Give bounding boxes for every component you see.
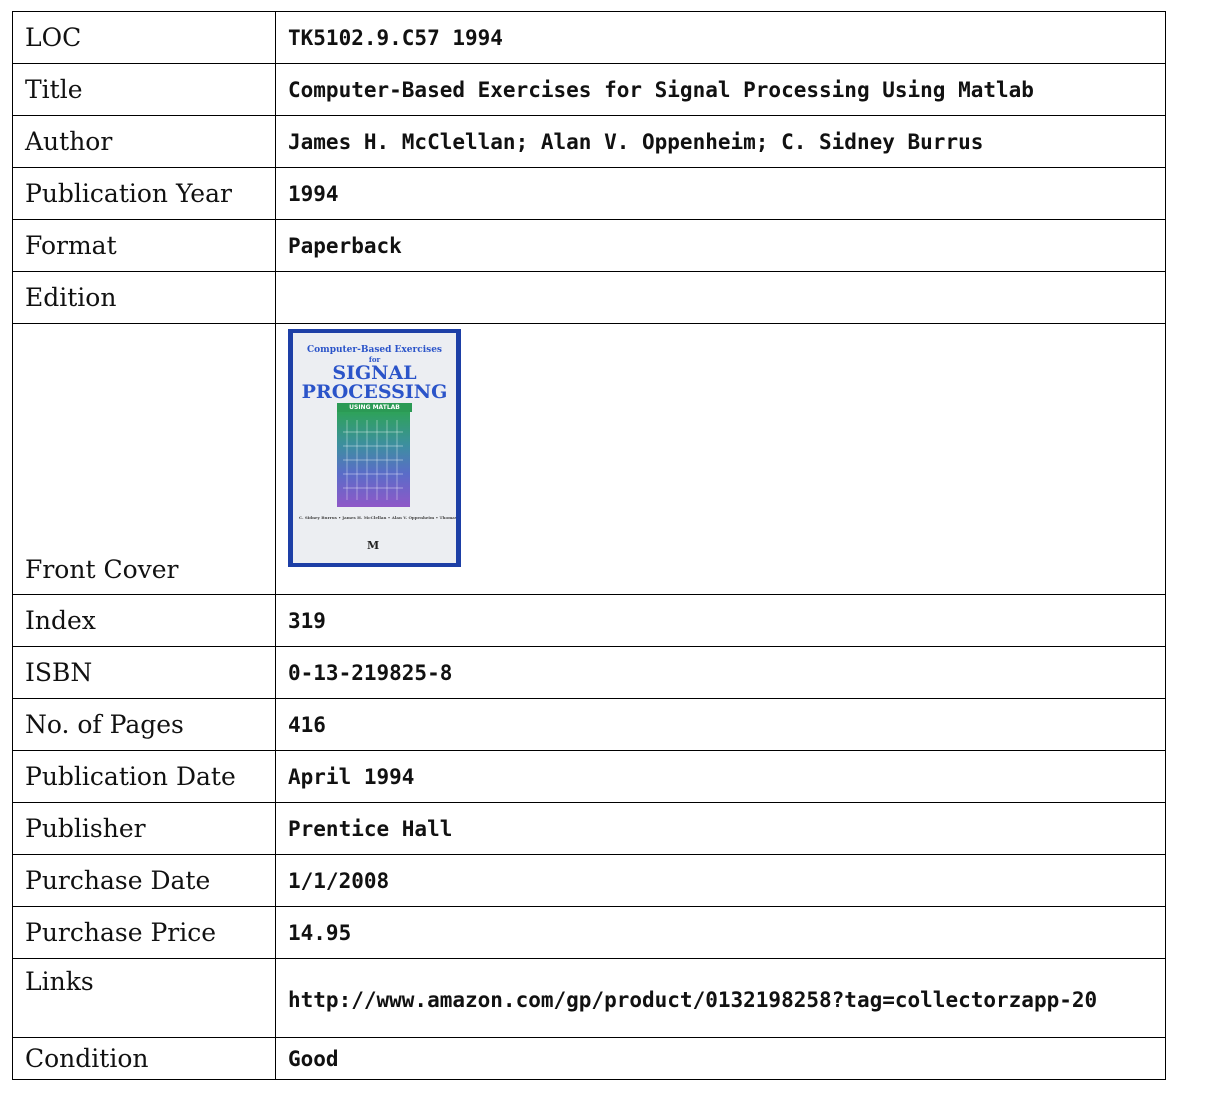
field-label: Edition <box>12 271 276 324</box>
cover-face: Computer-Based Exercises for SIGNAL PROC… <box>293 333 456 563</box>
field-label: Publication Date <box>12 750 276 803</box>
front-cover-image: Computer-Based Exercises for SIGNAL PROC… <box>288 329 461 567</box>
amazon-link[interactable]: http://www.amazon.com/gp/product/0132198… <box>275 958 1166 1038</box>
book-details-table: LOC TK5102.9.C57 1994 Title Computer-Bas… <box>12 11 1166 1080</box>
publisher-value: Prentice Hall <box>275 802 1166 855</box>
purchase-price-value: 14.95 <box>275 906 1166 959</box>
row-isbn: ISBN 0-13-219825-8 <box>12 646 1166 699</box>
field-label: Index <box>12 594 276 647</box>
row-links: Links http://www.amazon.com/gp/product/0… <box>12 958 1166 1038</box>
cover-title-line: Computer-Based Exercises <box>307 345 442 355</box>
format-value: Paperback <box>275 219 1166 272</box>
publisher-logo: M <box>367 539 380 552</box>
purchase-date-value: 1/1/2008 <box>275 854 1166 907</box>
row-publisher: Publisher Prentice Hall <box>12 802 1166 855</box>
field-label: ISBN <box>12 646 276 699</box>
condition-value: Good <box>275 1037 1166 1080</box>
row-format: Format Paperback <box>12 219 1166 272</box>
title-value: Computer-Based Exercises for Signal Proc… <box>275 63 1166 116</box>
field-label: Purchase Price <box>12 906 276 959</box>
field-label: Condition <box>12 1037 276 1080</box>
front-cover-cell: Computer-Based Exercises for SIGNAL PROC… <box>275 323 1166 595</box>
author-value: James H. McClellan; Alan V. Oppenheim; C… <box>275 115 1166 168</box>
row-edition: Edition <box>12 271 1166 324</box>
cover-artwork <box>337 412 410 507</box>
pages-value: 416 <box>275 698 1166 751</box>
row-loc: LOC TK5102.9.C57 1994 <box>12 11 1166 64</box>
field-label: LOC <box>12 11 276 64</box>
field-label: Title <box>12 63 276 116</box>
edition-value <box>275 271 1166 324</box>
row-pages: No. of Pages 416 <box>12 698 1166 751</box>
row-purchase-price: Purchase Price 14.95 <box>12 906 1166 959</box>
field-label: Front Cover <box>12 323 276 595</box>
field-label: Author <box>12 115 276 168</box>
loc-value: TK5102.9.C57 1994 <box>275 11 1166 64</box>
cover-authors: C. Sidney Burrus • James H. McClellan • … <box>299 515 456 520</box>
field-label: Format <box>12 219 276 272</box>
index-value: 319 <box>275 594 1166 647</box>
field-label: Publication Year <box>12 167 276 220</box>
field-label: No. of Pages <box>12 698 276 751</box>
row-publication-year: Publication Year 1994 <box>12 167 1166 220</box>
row-index: Index 319 <box>12 594 1166 647</box>
row-purchase-date: Purchase Date 1/1/2008 <box>12 854 1166 907</box>
row-author: Author James H. McClellan; Alan V. Oppen… <box>12 115 1166 168</box>
row-condition: Condition Good <box>12 1037 1166 1080</box>
row-publication-date: Publication Date April 1994 <box>12 750 1166 803</box>
field-label: Links <box>12 958 276 1038</box>
publication-year-value: 1994 <box>275 167 1166 220</box>
cover-title-processing: PROCESSING <box>301 381 448 403</box>
cover-grid-graphic <box>343 420 403 500</box>
field-label: Purchase Date <box>12 854 276 907</box>
field-label: Publisher <box>12 802 276 855</box>
row-title: Title Computer-Based Exercises for Signa… <box>12 63 1166 116</box>
isbn-value: 0-13-219825-8 <box>275 646 1166 699</box>
publication-date-value: April 1994 <box>275 750 1166 803</box>
cover-banner: USING MATLAB <box>337 403 412 412</box>
row-front-cover: Front Cover Computer-Based Exercises for… <box>12 323 1166 595</box>
